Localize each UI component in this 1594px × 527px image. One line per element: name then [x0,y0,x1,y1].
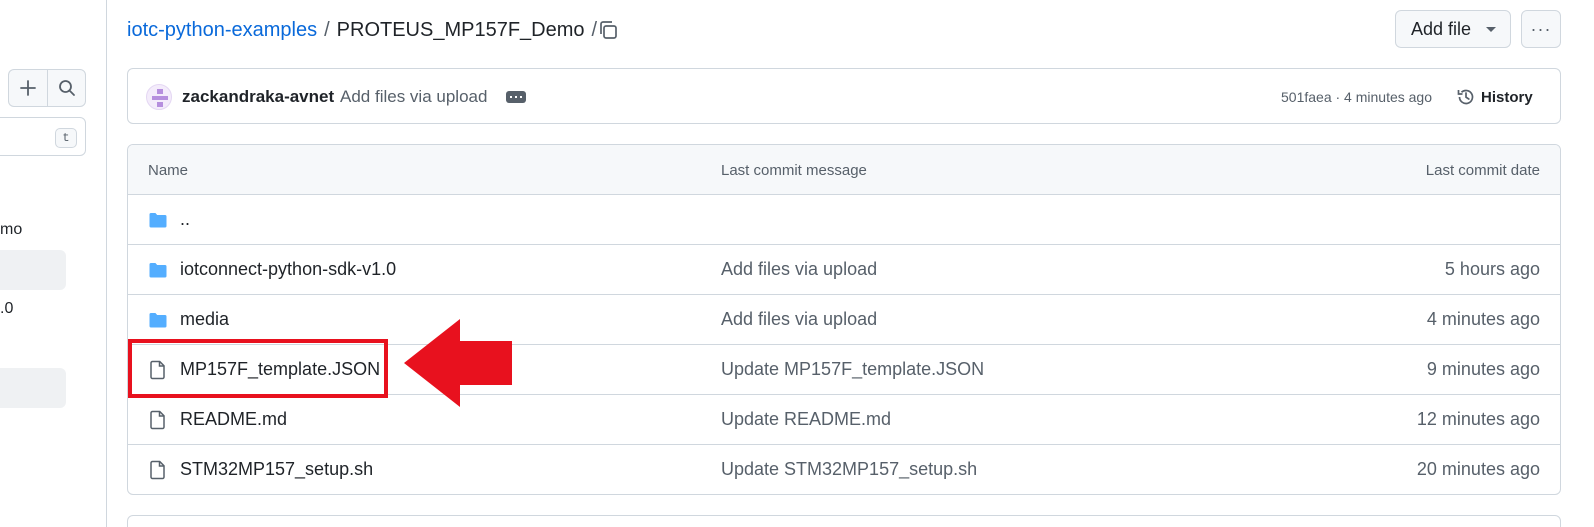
commit-author-link[interactable]: zackandraka-avnet [182,87,334,107]
file-name-link[interactable]: media [180,309,229,330]
table-row[interactable]: .. [128,195,1560,245]
column-header-name: Name [148,162,189,179]
commit-message-link[interactable]: Update MP157F_template.JSON [721,359,984,380]
search-icon [58,80,75,96]
search-button[interactable] [47,69,86,107]
chevron-down-icon [1486,27,1496,32]
commit-date: 5 hours ago [1444,259,1540,279]
sidebar-item-active[interactable] [0,250,66,290]
annotation-highlight-box [128,339,388,398]
file-icon [148,460,168,480]
plus-icon [20,80,36,96]
commit-message-link[interactable]: Add files via upload [721,309,877,330]
folder-icon [148,260,168,280]
file-icon [148,410,168,430]
table-row[interactable]: media Add files via upload 4 minutes ago [128,295,1560,345]
commit-message-link[interactable]: Update STM32MP157_setup.sh [721,459,977,480]
readme-panel-edge [127,515,1561,527]
identicon-icon [152,89,168,107]
copy-icon [600,21,617,39]
page: t mo .0 iotc-python-examples / PROTEUS_M… [0,0,1594,527]
table-header: Name Last commit message Last commit dat… [128,145,1560,195]
breadcrumb: iotc-python-examples / PROTEUS_MP157F_De… [127,16,604,44]
add-file-button[interactable] [8,69,47,107]
go-to-file-input[interactable]: t [0,117,86,156]
commit-details-toggle[interactable] [506,91,526,103]
file-tree-sidebar: t mo .0 [0,0,107,527]
history-button[interactable]: History [1456,86,1533,108]
folder-icon [148,310,168,330]
kebab-icon: ··· [1530,18,1552,39]
column-header-date: Last commit date [1425,162,1540,179]
keyboard-shortcut-hint: t [55,128,77,148]
table-row[interactable]: README.md Update README.md 12 minutes ago [128,395,1560,445]
commit-message-link[interactable]: Update README.md [721,409,891,430]
commit-message-link[interactable]: Add files via upload [721,259,877,280]
file-name-link[interactable]: iotconnect-python-sdk-v1.0 [180,259,396,280]
breadcrumb-separator: / [324,18,330,41]
table-row[interactable]: STM32MP157_setup.sh Update STM32MP157_set… [128,445,1560,494]
more-options-button[interactable]: ··· [1521,10,1561,48]
commit-date: 20 minutes ago [1416,459,1540,479]
sidebar-item-label[interactable]: .0 [0,300,13,318]
annotation-arrow-icon [404,319,512,407]
breadcrumb-repo-link[interactable]: iotc-python-examples [127,19,317,42]
commit-date: 4 minutes ago [1426,309,1540,329]
latest-commit-bar: zackandraka-avnet Add files via upload 5… [127,68,1561,124]
sidebar-item-hover[interactable] [0,368,66,408]
commit-date: 12 minutes ago [1416,409,1540,429]
file-name-link[interactable]: README.md [180,409,287,430]
history-label: History [1481,88,1533,106]
commit-date: 9 minutes ago [1426,359,1540,379]
file-table: Name Last commit message Last commit dat… [127,144,1561,495]
sidebar-item-label[interactable]: mo [0,221,22,239]
add-file-label: Add file [1411,18,1472,39]
table-row[interactable]: iotconnect-python-sdk-v1.0 Add files via … [128,245,1560,295]
commit-hash-time[interactable]: 501faea · 4 minutes ago [1281,89,1432,105]
breadcrumb-current-folder: PROTEUS_MP157F_Demo [336,18,585,41]
file-name-link[interactable]: .. [180,209,190,230]
copy-path-button[interactable] [594,16,622,44]
add-file-dropdown[interactable]: Add file [1395,10,1511,48]
file-name-link[interactable]: STM32MP157_setup.sh [180,459,373,480]
column-header-message: Last commit message [721,162,867,179]
avatar[interactable] [146,84,172,110]
folder-icon [148,210,168,230]
history-icon [1457,89,1474,105]
commit-message-link[interactable]: Add files via upload [340,87,487,107]
